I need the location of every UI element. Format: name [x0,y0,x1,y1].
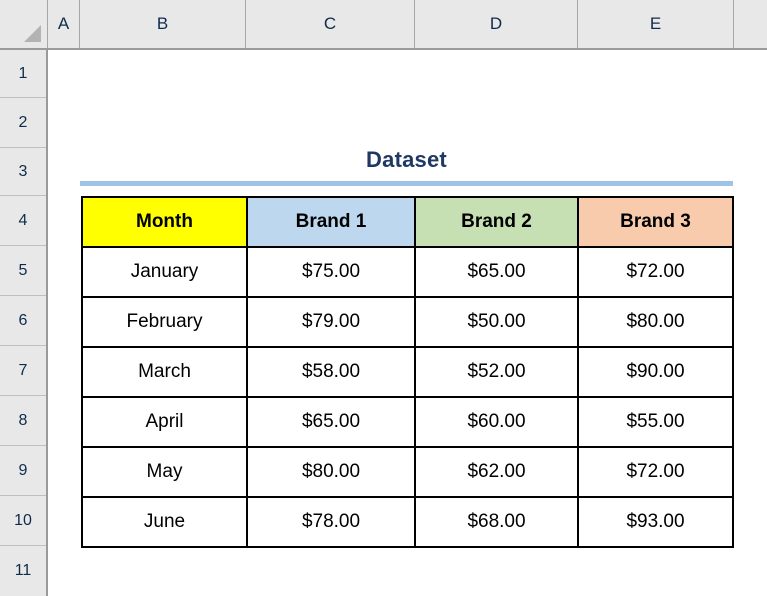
table-row: May $80.00 $62.00 $72.00 [81,446,734,498]
row-header-9[interactable]: 9 [0,446,46,496]
row-header-7[interactable]: 7 [0,346,46,396]
cell-brand-3[interactable]: $90.00 [577,346,734,398]
cell-month[interactable]: May [81,446,248,498]
cell-month[interactable]: April [81,396,248,448]
cell-brand-3[interactable]: $55.00 [577,396,734,448]
table-header-row: Month Brand 1 Brand 2 Brand 3 [81,196,734,248]
row-header-6[interactable]: 6 [0,296,46,346]
cell-brand-2[interactable]: $52.00 [414,346,579,398]
cell-brand-1[interactable]: $78.00 [246,496,416,548]
cell-brand-2[interactable]: $60.00 [414,396,579,448]
table-row: April $65.00 $60.00 $55.00 [81,396,734,448]
cell-brand-3[interactable]: $93.00 [577,496,734,548]
spreadsheet-grid: A B C D E 1 2 3 4 5 6 7 8 9 10 11 Datase… [0,0,767,596]
cell-brand-2[interactable]: $65.00 [414,246,579,298]
cell-brand-1[interactable]: $80.00 [246,446,416,498]
cell-brand-1[interactable]: $79.00 [246,296,416,348]
dataset-table[interactable]: Month Brand 1 Brand 2 Brand 3 January $7… [81,196,734,548]
cell-brand-1[interactable]: $65.00 [246,396,416,448]
column-header-b[interactable]: B [80,0,246,48]
header-cell-brand-1[interactable]: Brand 1 [246,196,416,248]
select-all-triangle-icon [24,25,41,42]
cell-brand-2[interactable]: $68.00 [414,496,579,548]
row-header-8[interactable]: 8 [0,396,46,446]
cell-brand-2[interactable]: $62.00 [414,446,579,498]
header-cell-brand-2[interactable]: Brand 2 [414,196,579,248]
cell-month[interactable]: June [81,496,248,548]
grid-cells-area[interactable]: Dataset Month Brand 1 Brand 2 Brand 3 Ja… [48,50,767,596]
header-cell-month[interactable]: Month [81,196,248,248]
table-row: January $75.00 $65.00 $72.00 [81,246,734,298]
cell-brand-2[interactable]: $50.00 [414,296,579,348]
table-row: March $58.00 $52.00 $90.00 [81,346,734,398]
column-header-strip: A B C D E [0,0,767,50]
dataset-title-cell[interactable]: Dataset [80,138,733,186]
cell-brand-3[interactable]: $80.00 [577,296,734,348]
cell-month[interactable]: March [81,346,248,398]
cell-month[interactable]: February [81,296,248,348]
row-header-3[interactable]: 3 [0,148,46,196]
column-header-a[interactable]: A [48,0,80,48]
column-header-f[interactable] [734,0,767,48]
cell-brand-3[interactable]: $72.00 [577,246,734,298]
cell-brand-3[interactable]: $72.00 [577,446,734,498]
row-header-4[interactable]: 4 [0,196,46,246]
row-header-2[interactable]: 2 [0,98,46,148]
cell-month[interactable]: January [81,246,248,298]
row-header-10[interactable]: 10 [0,496,46,546]
column-header-d[interactable]: D [415,0,578,48]
cell-brand-1[interactable]: $75.00 [246,246,416,298]
cell-brand-1[interactable]: $58.00 [246,346,416,398]
table-row: June $78.00 $68.00 $93.00 [81,496,734,548]
column-header-c[interactable]: C [246,0,415,48]
table-row: February $79.00 $50.00 $80.00 [81,296,734,348]
page-title: Dataset [366,146,447,172]
row-header-strip: 1 2 3 4 5 6 7 8 9 10 11 [0,50,48,596]
row-header-5[interactable]: 5 [0,246,46,296]
header-cell-brand-3[interactable]: Brand 3 [577,196,734,248]
column-header-e[interactable]: E [578,0,734,48]
row-header-11[interactable]: 11 [0,546,46,596]
row-header-1[interactable]: 1 [0,50,46,98]
select-all-corner[interactable] [0,0,48,48]
